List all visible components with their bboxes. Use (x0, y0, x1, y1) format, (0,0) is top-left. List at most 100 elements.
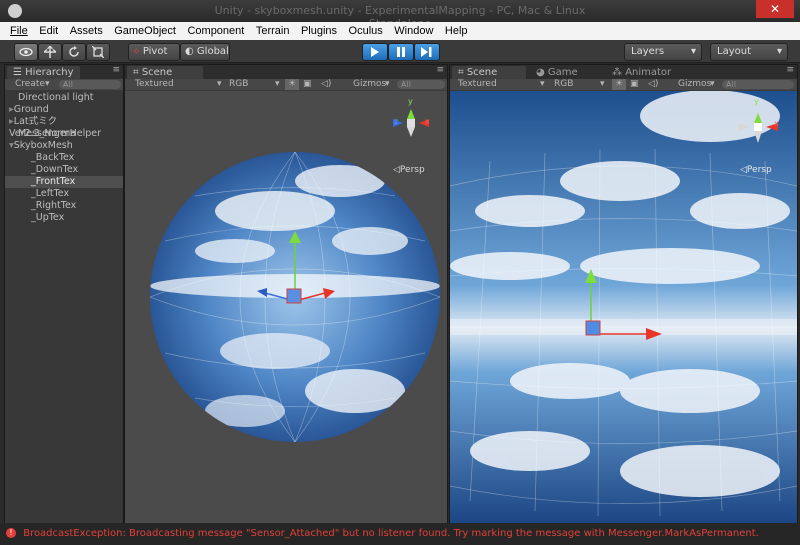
animator-icon: ⁂ (612, 67, 626, 78)
list-item[interactable]: _UpTex (5, 212, 123, 224)
light-toggle-icon[interactable]: ☀ (612, 79, 627, 90)
render-mode-dropdown[interactable]: Textured (135, 79, 174, 90)
hierarchy-search[interactable]: ⌕ All (59, 80, 121, 89)
layers-label: Layers (631, 46, 665, 57)
move-tool-button[interactable] (38, 43, 62, 61)
panel-menu-icon[interactable]: ≡ (112, 65, 120, 75)
view-tool-button[interactable] (14, 43, 38, 61)
scene-search[interactable]: ⌕ All (722, 80, 794, 89)
status-message: BroadcastException: Broadcasting message… (23, 528, 759, 539)
menu-assets[interactable]: Assets (66, 22, 107, 40)
list-item[interactable]: _DownTex (5, 164, 123, 176)
menu-window[interactable]: Window (390, 22, 437, 40)
global-toggle[interactable]: ◐ Global (180, 43, 230, 61)
chevron-down-icon: ▾ (690, 46, 696, 57)
close-button[interactable]: ✕ (756, 0, 794, 18)
gizmo-y-label: y (408, 97, 413, 106)
item-label: _DownTex (31, 164, 79, 175)
light-toggle-icon[interactable]: ☀ (285, 79, 300, 90)
scene-tab-label: Scene (141, 67, 173, 78)
hierarchy-panel: ☰ Hierarchy ≡ Create ▾ ⌕ All Directional… (4, 64, 124, 524)
pivot-toggle[interactable]: ⟡ Pivot (128, 43, 180, 61)
gizmos-dropdown[interactable]: Gizmos (353, 79, 386, 90)
list-item[interactable]: _LeftTex (5, 188, 123, 200)
persp-label[interactable]: ◁Persp (740, 165, 772, 175)
menu-plugins[interactable]: Plugins (297, 22, 341, 40)
list-item[interactable]: ▸Ground (5, 104, 123, 116)
gizmo-y-label: y (754, 97, 759, 106)
menu-help[interactable]: Help (441, 22, 472, 40)
list-item[interactable]: Directional light (5, 92, 123, 104)
image-toggle-icon[interactable]: ▣ (630, 79, 639, 90)
list-item[interactable]: MessengerHelper (5, 128, 123, 140)
list-icon: ☰ (13, 67, 26, 78)
scene-search[interactable]: ⌕ All (397, 80, 445, 89)
pivot-label: Pivot (142, 46, 168, 57)
skybox-perspective-render (450, 91, 797, 523)
rotate-icon (69, 46, 79, 57)
scene-viewport-right[interactable]: y x ◁Persp (450, 91, 797, 523)
tab-game[interactable]: ◕ Game (530, 66, 584, 79)
item-label: SkyboxMesh (13, 140, 73, 151)
list-item[interactable]: ▸Lat式ミクVer2.3_Norma (5, 116, 123, 139)
tab-animator[interactable]: ⁂ Animator (606, 66, 677, 79)
item-label: Directional light (18, 92, 94, 103)
scene-panel-right: ⌗ Scene ◕ Game ⁂ Animator ≡ Textured ▾ R… (449, 64, 798, 524)
grid-icon: ⌗ (133, 67, 142, 78)
color-mode-dropdown[interactable]: RGB (229, 79, 248, 90)
render-mode-dropdown[interactable]: Textured (458, 79, 497, 90)
gizmos-dropdown[interactable]: Gizmos (678, 79, 711, 90)
menu-oculus[interactable]: Oculus (345, 22, 387, 40)
item-label: _LeftTex (31, 188, 70, 199)
tab-hierarchy[interactable]: ☰ Hierarchy (7, 66, 80, 79)
audio-toggle-icon[interactable]: ◁) (321, 79, 331, 90)
chevron-down-icon: ▾ (776, 46, 782, 57)
chevron-down-icon: ▾ (275, 79, 280, 89)
search-placeholder: All (63, 80, 73, 89)
create-button[interactable]: Create (15, 79, 45, 90)
item-label: _RightTex (31, 200, 77, 211)
menu-component[interactable]: Component (183, 22, 248, 40)
item-label: _FrontTex (31, 176, 76, 187)
chevron-down-icon: ▾ (600, 79, 605, 89)
console-status-bar[interactable]: ! BroadcastException: Broadcasting messa… (0, 523, 800, 545)
list-item[interactable]: _BackTex (5, 152, 123, 164)
audio-toggle-icon[interactable]: ◁) (648, 79, 658, 90)
hierarchy-tab-row: ☰ Hierarchy ≡ (5, 65, 123, 79)
gizmo-x-label: x (425, 117, 430, 126)
list-item[interactable]: _RightTex (5, 200, 123, 212)
scene-panel-left: ⌗ Scene ≡ Textured ▾ RGB ▾ ☀ ▣ ◁) Gizmos… (124, 64, 448, 524)
rotate-tool-button[interactable] (62, 43, 86, 61)
image-toggle-icon[interactable]: ▣ (303, 79, 312, 90)
list-item[interactable]: ▾SkyboxMesh (5, 140, 123, 152)
global-label: Global (196, 46, 229, 57)
gizmo-z-label: z (394, 117, 399, 126)
menu-edit[interactable]: Edit (35, 22, 62, 40)
step-button[interactable] (414, 43, 440, 61)
hierarchy-subbar: Create ▾ ⌕ All (5, 79, 123, 90)
menu-file[interactable]: File (6, 22, 32, 40)
list-item-selected[interactable]: _FrontTex (5, 176, 123, 188)
menu-gameobject[interactable]: GameObject (110, 22, 180, 40)
error-icon: ! (6, 528, 16, 538)
scene-tab-row: ⌗ Scene ≡ (125, 65, 447, 79)
persp-label[interactable]: ◁Persp (393, 165, 425, 175)
menu-terrain[interactable]: Terrain (252, 22, 294, 40)
item-label: Ground (13, 104, 49, 115)
pause-button[interactable] (388, 43, 414, 61)
layers-dropdown[interactable]: Layers ▾ (624, 43, 702, 61)
play-button[interactable] (362, 43, 388, 61)
tab-scene[interactable]: ⌗ Scene (127, 66, 203, 79)
eye-icon (19, 47, 33, 57)
color-mode-dropdown[interactable]: RGB (554, 79, 573, 90)
layout-dropdown[interactable]: Layout ▾ (710, 43, 788, 61)
chevron-down-icon: ▾ (540, 79, 545, 89)
scene-viewport-left[interactable]: y x z ◁Persp (125, 91, 447, 523)
tab-scene[interactable]: ⌗ Scene (452, 66, 526, 79)
gizmo-x-label: x (774, 119, 779, 128)
panel-menu-icon[interactable]: ≡ (436, 65, 444, 75)
panel-menu-icon[interactable]: ≡ (786, 65, 794, 75)
scene-subbar: Textured ▾ RGB ▾ ☀ ▣ ◁) Gizmos ▾ ⌕ All (125, 79, 447, 90)
scale-tool-button[interactable] (86, 43, 110, 61)
chevron-down-icon: ▾ (45, 79, 50, 89)
